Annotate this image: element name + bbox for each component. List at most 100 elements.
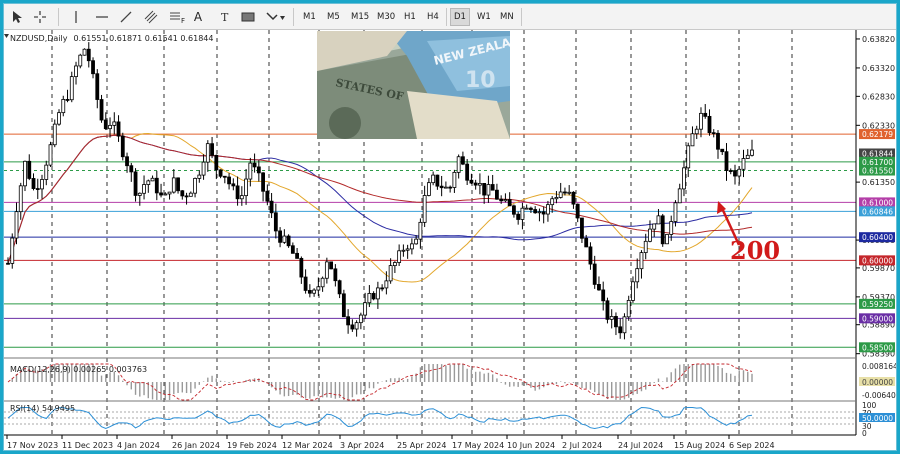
candle-body	[503, 199, 508, 202]
candle-body	[218, 169, 223, 177]
candle-body	[584, 237, 589, 248]
candle-body	[682, 167, 686, 190]
chart-symbol-name: NZDUSD,Daily	[10, 34, 68, 43]
text-icon[interactable]: A	[190, 7, 206, 27]
candle-body	[461, 156, 465, 165]
candle-body	[252, 162, 257, 168]
price-scale-label: 0.63320	[862, 64, 895, 73]
timeframe-h1[interactable]: H1	[401, 8, 419, 26]
candle-body	[699, 112, 703, 130]
candle-body	[146, 180, 151, 185]
candle-body	[571, 191, 576, 205]
candle-body	[57, 112, 61, 125]
candle-body	[159, 192, 163, 196]
date-label: 2 Jul 2024	[562, 441, 602, 450]
chart-ohlc: 0.61551 0.61871 0.61541 0.61844	[74, 34, 214, 43]
candle-body	[27, 160, 32, 179]
timeframe-h4[interactable]: H4	[424, 8, 442, 26]
candle-body	[635, 268, 640, 283]
candle-body	[269, 200, 274, 214]
date-label: 26 Jan 2024	[172, 441, 220, 450]
price-tag-label: 0.62179	[862, 130, 893, 139]
candle-body	[690, 133, 695, 147]
rsi-panel: 1007050.0000300	[4, 401, 895, 438]
date-label: 12 Mar 2024	[282, 441, 333, 450]
candle-body	[550, 198, 555, 206]
timeframe-m1[interactable]: M1	[300, 8, 319, 26]
candle-body	[180, 190, 185, 197]
candle-body	[201, 161, 206, 176]
shapes-icon[interactable]	[262, 7, 288, 27]
candle-body	[82, 48, 87, 56]
candle-body	[239, 195, 244, 200]
candle-body	[129, 165, 134, 173]
timeframe-mn[interactable]: MN	[497, 8, 517, 26]
candle-body	[643, 240, 648, 254]
candle-body	[507, 199, 512, 207]
candle-body	[176, 177, 180, 192]
candle-body	[363, 302, 368, 316]
candle-body	[490, 184, 495, 191]
candle-body	[35, 188, 40, 190]
symbol-dropdown-icon[interactable]	[4, 34, 9, 38]
candle-body	[99, 99, 104, 121]
candle-body	[745, 154, 750, 159]
candle-body	[580, 217, 584, 239]
timeframe-d1[interactable]: D1	[450, 8, 470, 26]
timeframe-m5[interactable]: M5	[324, 8, 343, 26]
candle-body	[711, 132, 716, 135]
date-label: 17 May 2024	[452, 441, 504, 450]
candle-body	[329, 261, 334, 270]
candle-body	[482, 183, 487, 196]
price-scale-label: 0.61350	[862, 178, 895, 187]
text-label-icon[interactable]: T	[215, 7, 235, 27]
horizontal-line-icon[interactable]	[92, 7, 112, 27]
price-tag-label: 0.59000	[862, 314, 893, 323]
candle-body	[652, 223, 657, 230]
trendline-icon[interactable]	[116, 7, 136, 27]
date-label: 25 Apr 2024	[397, 441, 446, 450]
timeframe-w1[interactable]: W1	[474, 8, 494, 26]
candle-body	[248, 162, 253, 180]
timeframe-m30[interactable]: M30	[374, 8, 398, 26]
channel-icon[interactable]	[142, 7, 162, 27]
macd-label: MACD(12,26,9) 0.00265 0.003763	[10, 365, 147, 374]
candle-body	[516, 213, 521, 220]
rectangle-label-icon[interactable]	[238, 7, 258, 27]
candle-body	[86, 48, 91, 62]
candle-body	[478, 183, 482, 186]
rsi-scale-0: 0	[862, 429, 867, 438]
price-tag-label: 0.59250	[862, 300, 893, 309]
candle-body	[529, 207, 533, 210]
candle-body	[120, 135, 125, 158]
candle-body	[414, 238, 419, 245]
candle-body	[443, 186, 448, 189]
candle-body	[520, 207, 525, 220]
cursor-icon[interactable]	[8, 7, 26, 27]
price-tag-label: 0.61700	[862, 158, 893, 167]
candle-body	[44, 164, 49, 180]
moving-average-line	[7, 134, 753, 264]
vertical-line-icon[interactable]	[66, 7, 86, 27]
candle-body	[312, 289, 317, 294]
candle-body	[295, 252, 299, 259]
price-scale-label: 0.63820	[862, 35, 895, 44]
macd-scale-bottom: -0.006409	[862, 391, 896, 400]
macd-zero-label: 0.00000	[862, 378, 893, 387]
candle-body	[48, 144, 53, 166]
candle-body	[486, 184, 491, 196]
candle-body	[388, 265, 393, 282]
candle-body	[210, 143, 214, 156]
fibonacci-icon[interactable]: F	[166, 7, 188, 27]
candle-body	[631, 281, 635, 301]
candle-body	[733, 170, 737, 177]
candle-body	[69, 76, 74, 101]
timeframe-m15[interactable]: M15	[348, 8, 372, 26]
crosshair-icon[interactable]	[30, 7, 50, 27]
candle-body	[167, 191, 172, 195]
candle-body	[256, 166, 261, 174]
candle-body	[227, 176, 231, 185]
date-label: 11 Dec 2023	[62, 441, 113, 450]
candle-body	[205, 143, 210, 163]
candle-body	[261, 172, 265, 192]
